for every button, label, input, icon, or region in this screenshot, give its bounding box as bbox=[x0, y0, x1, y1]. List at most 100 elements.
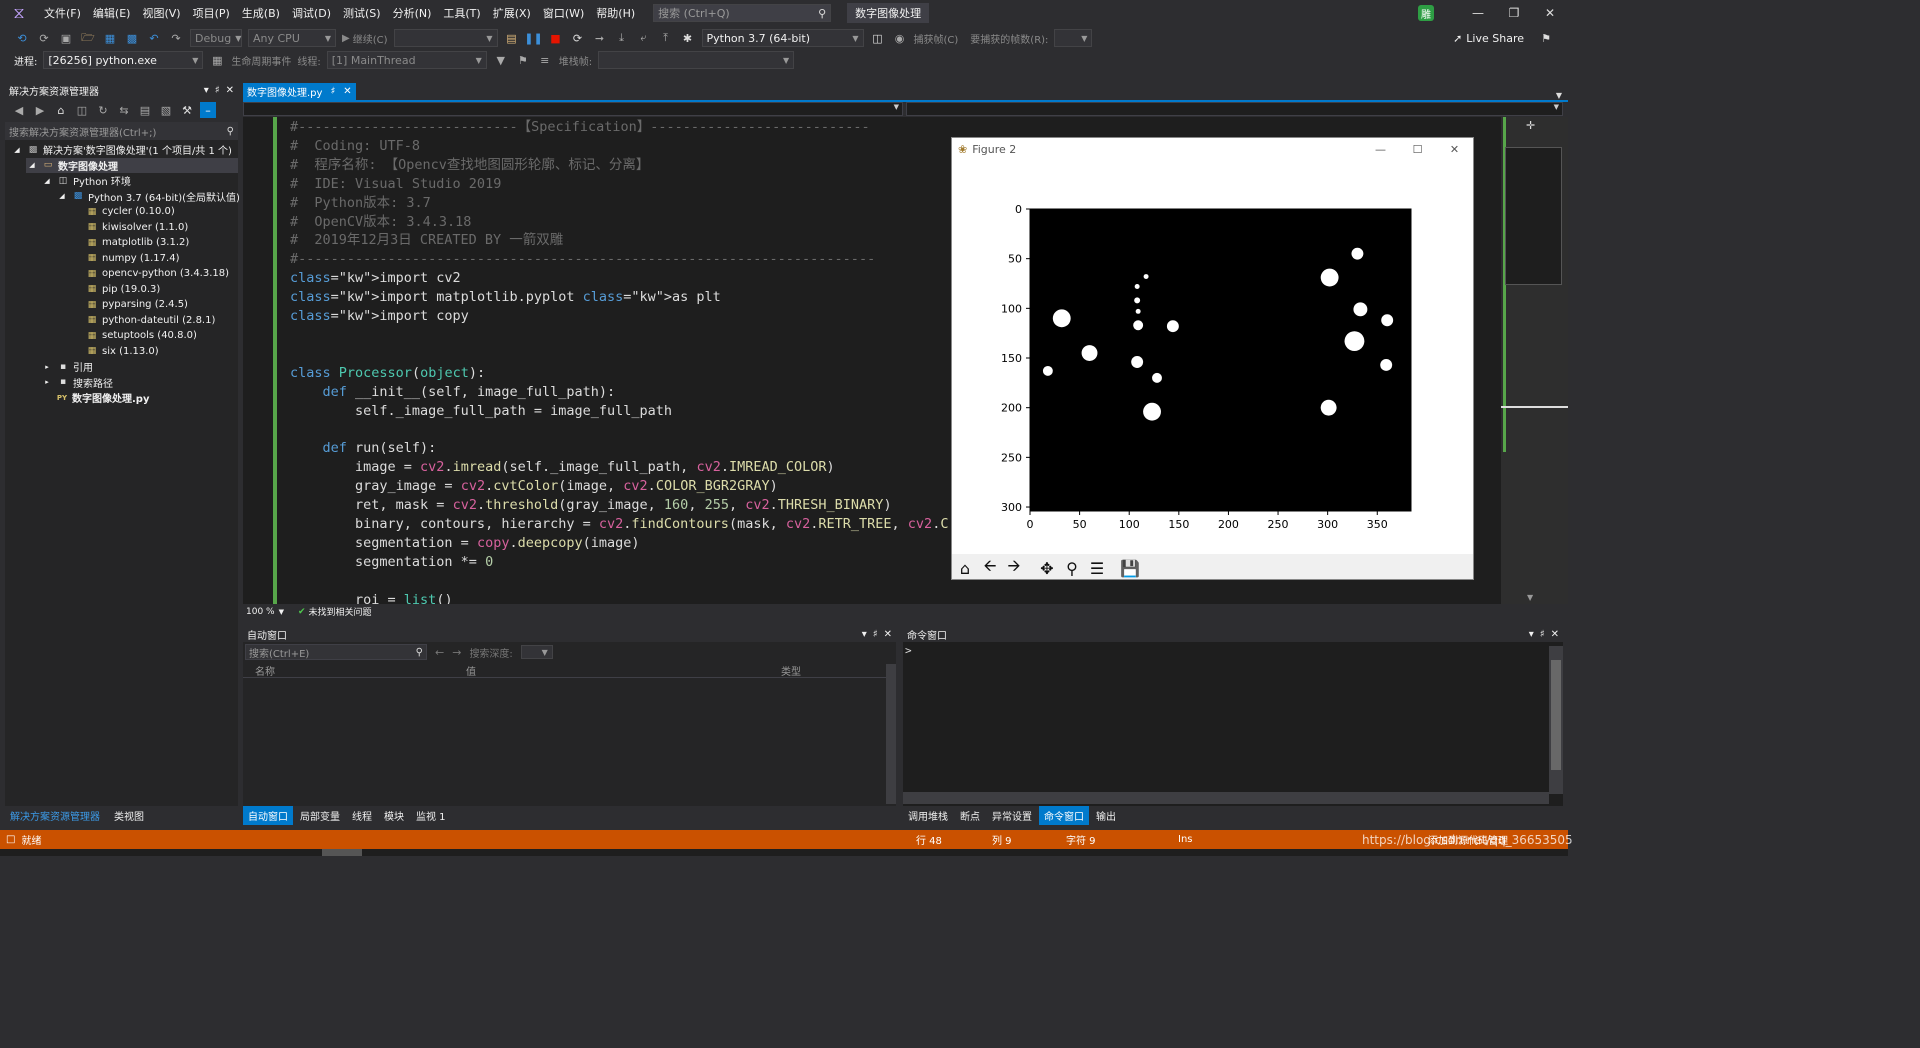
menu-item[interactable]: 测试(S) bbox=[337, 5, 387, 21]
tree-item[interactable]: ▦ kiwisolver (1.1.0) bbox=[86, 220, 189, 235]
frames-to-capture-combo[interactable]: ▼ bbox=[1054, 29, 1093, 47]
code-line[interactable]: class="kw">import copy bbox=[290, 307, 469, 326]
collapse-all-icon[interactable]: ▤ bbox=[137, 102, 153, 118]
chevron-down-icon[interactable]: ▾ bbox=[1529, 629, 1534, 640]
flag-thread-icon[interactable]: ⚑ bbox=[515, 52, 531, 68]
search-depth-combo[interactable]: ▼ bbox=[520, 645, 553, 659]
forward-icon[interactable]: → bbox=[452, 646, 461, 659]
capture-frame-button[interactable]: 捕获帧(C) bbox=[914, 31, 959, 46]
configure-subplots-icon[interactable]: ☰ bbox=[1086, 557, 1108, 579]
expand-icon[interactable]: ▸ bbox=[41, 361, 53, 373]
continue-button[interactable]: ▶ 继续(C) bbox=[342, 31, 388, 46]
menu-item[interactable]: 窗口(W) bbox=[537, 5, 590, 21]
command-input[interactable]: > bbox=[905, 644, 1545, 792]
back-icon[interactable]: ⟲ bbox=[14, 30, 30, 46]
camera-icon[interactable]: ◉ bbox=[892, 30, 908, 46]
tree-item[interactable]: ▦ matplotlib (3.1.2) bbox=[86, 235, 190, 250]
solution-search-box[interactable]: 搜索解决方案资源管理器(Ctrl+;) ⚲ bbox=[5, 122, 238, 140]
chevron-down-icon[interactable]: ▼ bbox=[279, 608, 284, 616]
close-icon[interactable]: ✕ bbox=[1532, 6, 1568, 20]
bottom-tab[interactable]: 局部变量 bbox=[295, 806, 345, 825]
hot-reload-icon[interactable]: ✱ bbox=[680, 30, 696, 46]
column-type[interactable]: 类型 bbox=[781, 663, 801, 678]
step-out-icon[interactable]: ⤒ bbox=[658, 30, 674, 46]
code-line[interactable]: class="kw">import cv2 bbox=[290, 269, 461, 288]
tree-item[interactable]: ◢ ◫ Python 环境 bbox=[41, 173, 131, 189]
filter-icon[interactable]: ▼ bbox=[493, 52, 509, 68]
pause-icon[interactable]: ❚❚ bbox=[524, 30, 542, 46]
configuration-combo[interactable]: Debug ▼ bbox=[190, 29, 242, 47]
bottom-tab[interactable]: 自动窗口 bbox=[243, 805, 293, 825]
restart-icon[interactable]: ⟳ bbox=[570, 30, 586, 46]
bottom-tab[interactable]: 命令窗口 bbox=[1039, 805, 1089, 825]
home-icon[interactable]: ⌂ bbox=[954, 557, 976, 579]
status-char[interactable]: 字符 9 bbox=[1066, 832, 1096, 847]
bottom-tab[interactable]: 监视 1 bbox=[411, 806, 451, 825]
switch-views-icon[interactable]: ◫ bbox=[74, 102, 90, 118]
platform-combo[interactable]: Any CPU ▼ bbox=[248, 29, 336, 47]
code-line[interactable]: # OpenCV版本: 3.4.3.18 bbox=[290, 213, 471, 232]
back-icon[interactable]: ← bbox=[435, 646, 444, 659]
bottom-tab[interactable]: 线程 bbox=[347, 806, 377, 825]
code-line[interactable]: roi = list() bbox=[290, 591, 453, 605]
code-line[interactable]: def run(self): bbox=[290, 439, 437, 458]
code-line[interactable]: gray_image = cv2.cvtColor(image, cv2.COL… bbox=[290, 477, 778, 496]
code-line[interactable]: # 程序名称: 【Opencv查找地图圆形轮廓、标记、分离】 bbox=[290, 156, 649, 175]
forward-icon[interactable]: ⟳ bbox=[36, 30, 52, 46]
code-line[interactable]: class Processor(object): bbox=[290, 364, 485, 383]
back-icon[interactable]: ◀ bbox=[11, 102, 27, 118]
close-icon[interactable]: ✕ bbox=[884, 629, 892, 640]
stack-frame-combo[interactable]: ▼ bbox=[598, 51, 795, 69]
taskbar-item[interactable] bbox=[322, 849, 362, 856]
menu-item[interactable]: 调试(D) bbox=[286, 5, 337, 21]
scroll-down-icon[interactable]: ▼ bbox=[1527, 593, 1533, 602]
chevron-down-icon[interactable]: ▾ bbox=[204, 85, 209, 96]
expand-icon[interactable]: ▸ bbox=[41, 376, 53, 388]
save-icon[interactable]: ▦ bbox=[102, 30, 118, 46]
tree-item[interactable]: ▦ pyparsing (2.4.5) bbox=[86, 297, 188, 312]
code-line[interactable]: image = cv2.imread(self._image_full_path… bbox=[290, 458, 835, 477]
tab-overflow-icon[interactable]: ▼ bbox=[1556, 91, 1562, 100]
status-ins[interactable]: Ins bbox=[1178, 834, 1193, 845]
split-editor-icon[interactable]: ✛ bbox=[1526, 119, 1535, 132]
tree-item[interactable]: ▦ six (1.13.0) bbox=[86, 344, 159, 359]
menu-item[interactable]: 视图(V) bbox=[136, 5, 186, 21]
lifecycle-events-icon[interactable]: ▦ bbox=[209, 52, 225, 68]
menu-item[interactable]: 扩展(X) bbox=[487, 5, 537, 21]
minimize-icon[interactable]: — bbox=[1362, 143, 1399, 156]
close-icon[interactable]: ✕ bbox=[1551, 629, 1559, 640]
tree-item[interactable]: ▦ setuptools (40.8.0) bbox=[86, 328, 197, 343]
tree-item[interactable]: ◢ ▩ 解决方案'数字图像处理'(1 个项目/共 1 个) bbox=[11, 142, 232, 158]
code-line[interactable]: ret, mask = cv2.threshold(gray_image, 16… bbox=[290, 496, 892, 515]
pending-changes-icon[interactable]: ↻ bbox=[95, 102, 111, 118]
bottom-tab[interactable]: 模块 bbox=[379, 806, 409, 825]
pin-icon[interactable]: ♯ bbox=[1540, 629, 1545, 640]
menu-item[interactable]: 分析(N) bbox=[387, 5, 438, 21]
zoom-level[interactable]: 100 % bbox=[246, 607, 275, 617]
forward-arrow-icon[interactable]: 🡪 bbox=[1003, 556, 1025, 579]
open-folder-icon[interactable]: 🗁 bbox=[80, 30, 96, 46]
code-line[interactable]: # Python版本: 3.7 bbox=[290, 194, 431, 213]
properties-icon[interactable]: ⚒ bbox=[179, 102, 195, 118]
python-environment-combo[interactable]: Python 3.7 (64-bit) ▼ bbox=[701, 29, 864, 47]
close-icon[interactable]: ✕ bbox=[226, 85, 234, 96]
autos-scrollbar[interactable] bbox=[886, 664, 896, 804]
code-line[interactable]: self._image_full_path = image_full_path bbox=[290, 402, 672, 421]
code-line[interactable]: def __init__(self, image_full_path): bbox=[290, 383, 616, 402]
menu-item[interactable]: 帮助(H) bbox=[590, 5, 641, 21]
editor-tab-active[interactable]: 数字图像处理.py ♯ ✕ bbox=[243, 83, 356, 100]
minimize-icon[interactable]: — bbox=[1460, 6, 1496, 20]
code-line[interactable]: #---------------------------【Specificati… bbox=[290, 118, 870, 137]
code-line[interactable]: segmentation = copy.deepcopy(image) bbox=[290, 534, 640, 553]
matplotlib-figure-window[interactable]: ❀ Figure 2 — ☐ ✕ 0 50 100 150 200 250 300 350 0 5… bbox=[951, 137, 1474, 580]
feedback-icon[interactable]: ⚑ bbox=[1538, 30, 1554, 46]
step-over-icon[interactable]: ⤶ bbox=[636, 30, 652, 46]
chevron-down-icon[interactable]: ▾ bbox=[862, 629, 867, 640]
code-line[interactable]: segmentation *= 0 bbox=[290, 553, 493, 572]
plot-area[interactable]: 0 50 100 150 200 250 300 350 0 50 100 150 200 250 300 bbox=[952, 160, 1473, 560]
code-line[interactable]: binary, contours, hierarchy = cv2.findCo… bbox=[290, 515, 948, 534]
menu-item[interactable]: 项目(P) bbox=[187, 5, 236, 21]
tree-item[interactable]: ▦ cycler (0.10.0) bbox=[86, 204, 175, 219]
menu-item[interactable]: 工具(T) bbox=[437, 5, 486, 21]
bottom-tab[interactable]: 输出 bbox=[1091, 806, 1121, 825]
